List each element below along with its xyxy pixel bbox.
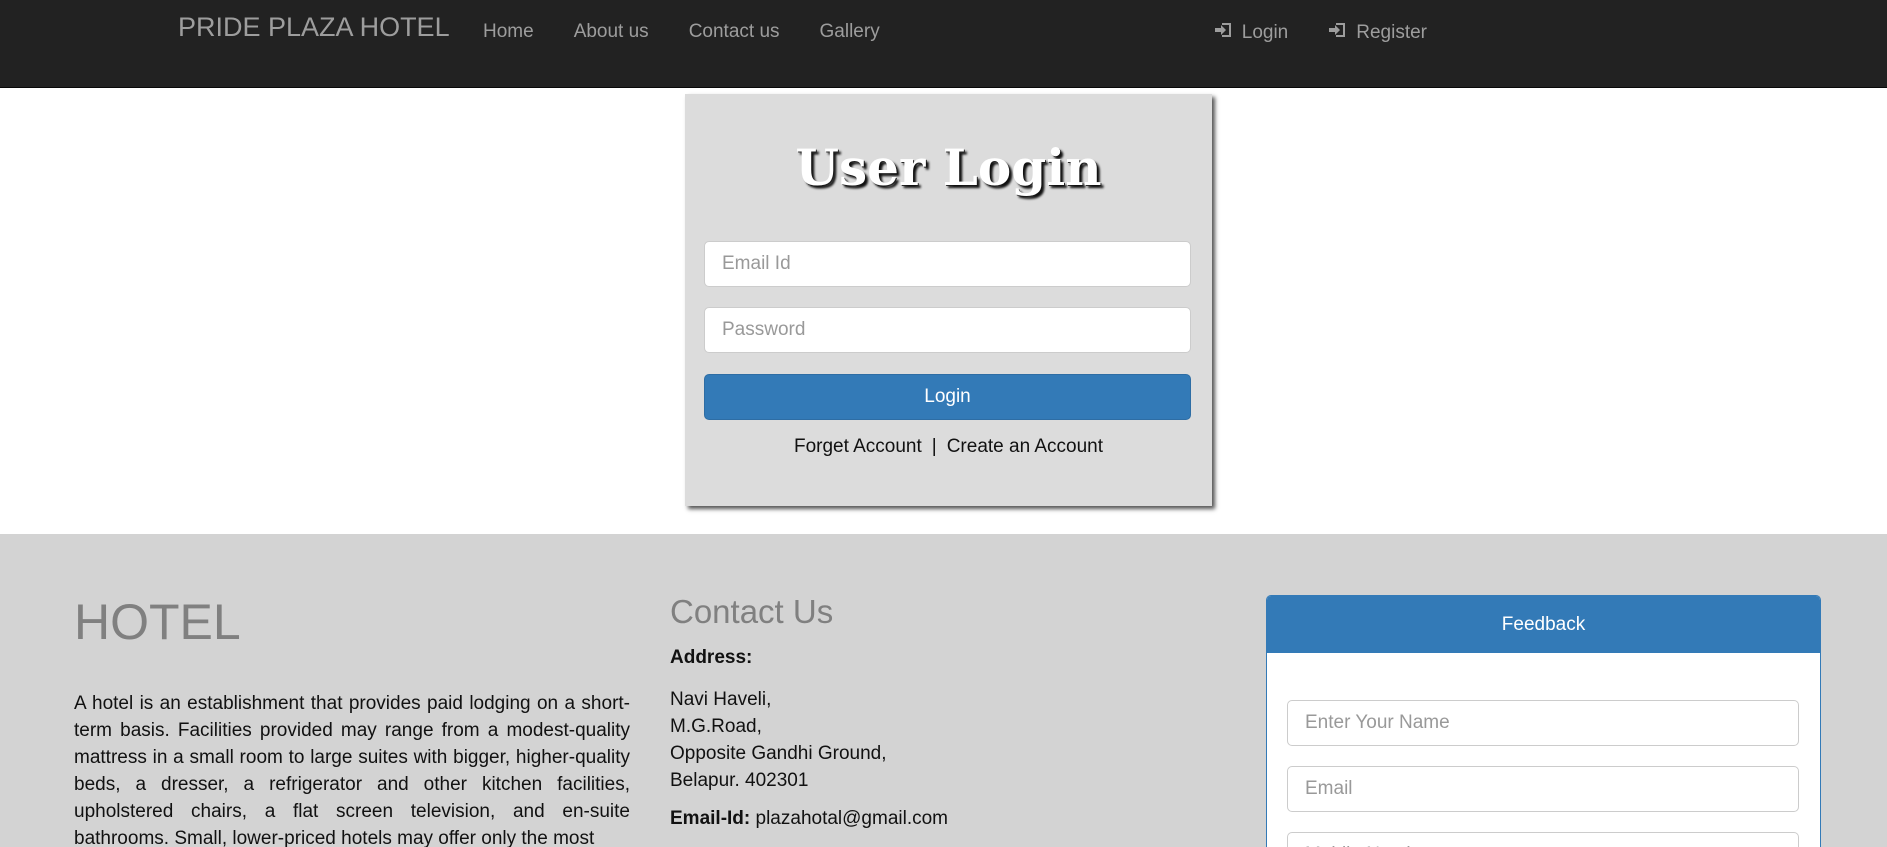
address-line: Navi Haveli,: [670, 689, 772, 710]
login-button[interactable]: Login: [704, 374, 1191, 420]
feedback-panel: Feedback: [1266, 595, 1821, 847]
password-field[interactable]: [704, 307, 1191, 353]
account-links: Forget Account | Create an Account: [685, 436, 1212, 458]
login-card: User Login Login Forget Account | Create a…: [685, 94, 1212, 506]
feedback-heading: Feedback: [1267, 596, 1820, 653]
login-icon: [1328, 21, 1348, 45]
login-icon: [1214, 21, 1234, 45]
feedback-email-field[interactable]: [1287, 766, 1799, 812]
nav-register-label: Register: [1356, 22, 1427, 43]
nav-about[interactable]: About us: [554, 0, 669, 64]
link-separator: |: [931, 436, 937, 457]
nav-gallery[interactable]: Gallery: [800, 0, 900, 64]
hotel-description: A hotel is an establishment that provide…: [74, 693, 630, 847]
email-line: Email-Id: plazahotal@gmail.com: [670, 808, 948, 830]
top-navbar: PRIDE PLAZA HOTEL Home About us Contact …: [0, 0, 1887, 88]
address-block: Navi Haveli, M.G.Road, Opposite Gandhi G…: [670, 686, 887, 794]
hotel-heading: HOTEL: [74, 594, 241, 650]
address-label: Address:: [670, 647, 753, 668]
nav-login[interactable]: Login: [1194, 0, 1309, 66]
email-label: Email-Id:: [670, 808, 751, 829]
nav-login-label: Login: [1241, 22, 1289, 43]
address-line: M.G.Road,: [670, 716, 762, 737]
create-account-link[interactable]: Create an Account: [947, 436, 1103, 457]
feedback-name-field[interactable]: [1287, 700, 1799, 746]
nav-home[interactable]: Home: [463, 0, 554, 64]
contact-heading: Contact Us: [670, 593, 834, 630]
email-value: plazahotal@gmail.com: [755, 808, 949, 829]
nav-links: Home About us Contact us Gallery: [463, 0, 900, 64]
login-title: User Login: [795, 138, 1102, 197]
address-line: Belapur. 402301: [670, 770, 809, 791]
address-line: Opposite Gandhi Ground,: [670, 743, 887, 764]
footer: HOTEL A hotel is an establishment that p…: [0, 534, 1887, 847]
feedback-mobile-field[interactable]: [1287, 832, 1799, 847]
email-field[interactable]: [704, 241, 1191, 287]
nav-right: Login Register: [1194, 0, 1447, 66]
brand-logo[interactable]: PRIDE PLAZA HOTEL: [178, 10, 450, 44]
forget-account-link[interactable]: Forget Account: [794, 436, 922, 457]
nav-contact[interactable]: Contact us: [669, 0, 800, 64]
nav-register[interactable]: Register: [1308, 0, 1447, 66]
